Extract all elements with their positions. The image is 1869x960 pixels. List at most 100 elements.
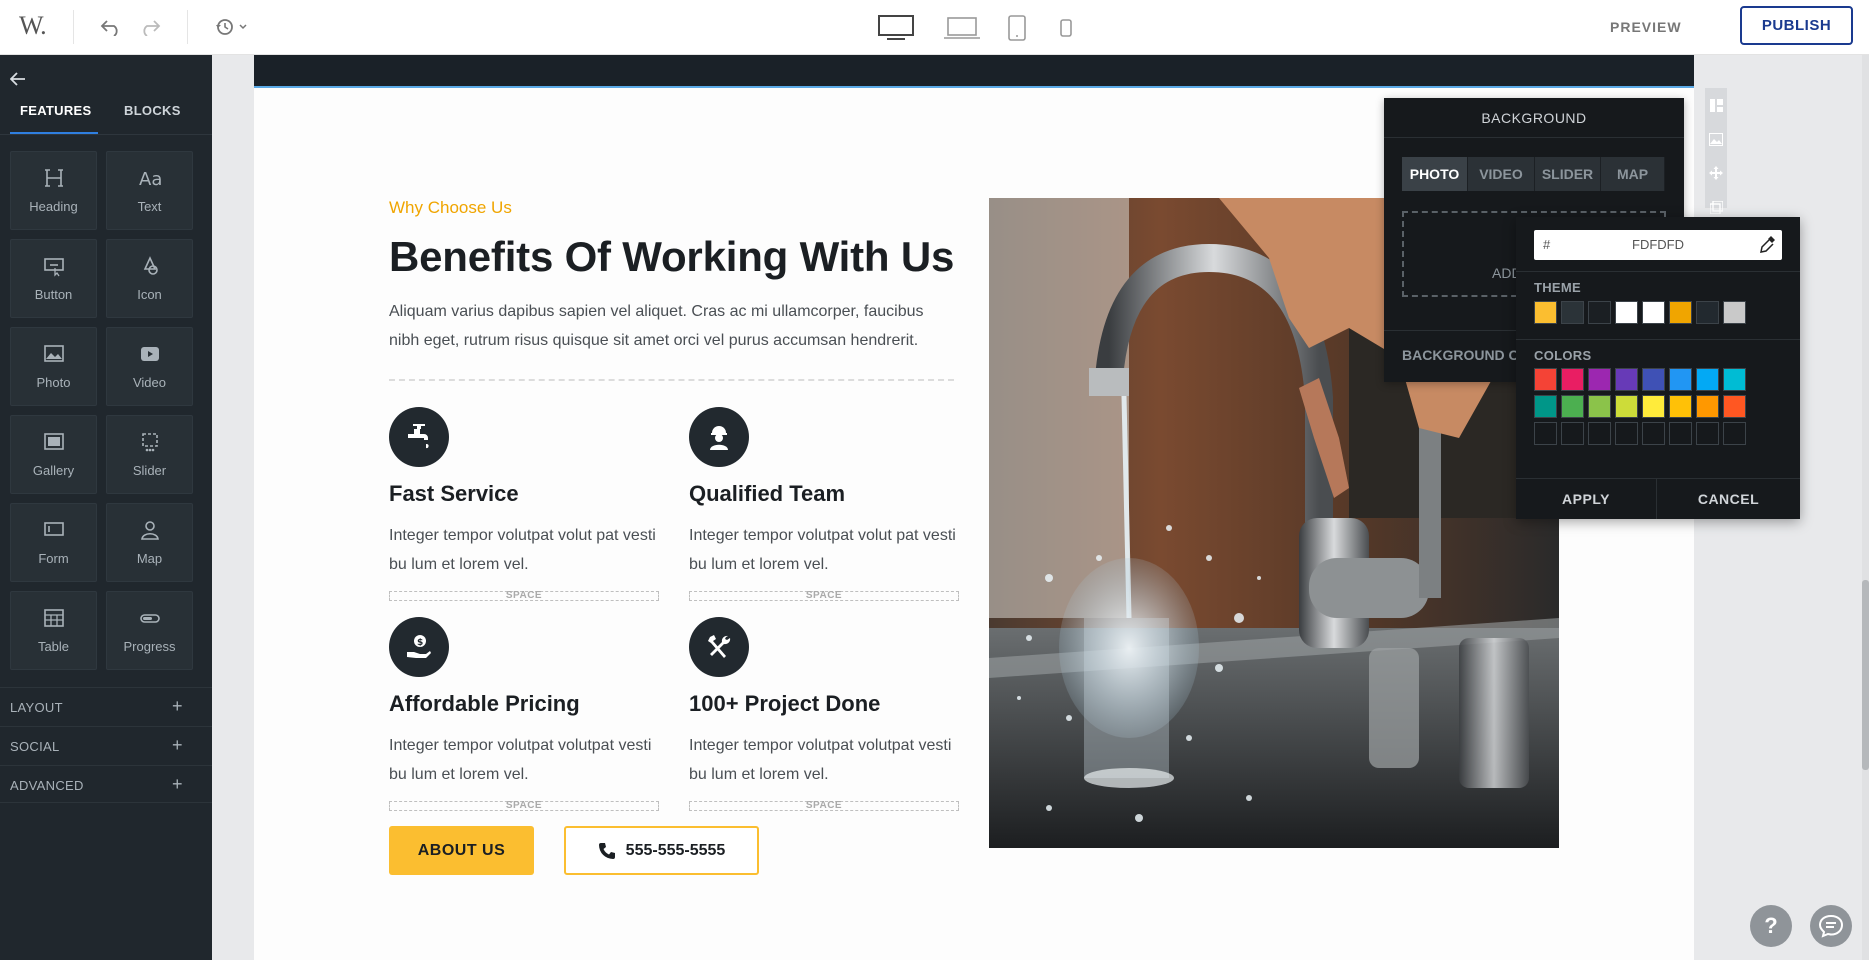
image-icon[interactable]	[1705, 122, 1727, 156]
section-title[interactable]: Benefits Of Working With Us	[389, 233, 954, 281]
undo-icon[interactable]	[97, 13, 125, 41]
theme-swatch[interactable]	[1696, 301, 1719, 324]
color-swatch[interactable]	[1669, 368, 1692, 391]
empty-swatch[interactable]	[1534, 422, 1557, 445]
help-button[interactable]: ?	[1750, 905, 1792, 947]
space-block[interactable]: SPACE	[689, 591, 959, 601]
color-swatch[interactable]	[1588, 395, 1611, 418]
theme-swatch[interactable]	[1669, 301, 1692, 324]
cancel-button[interactable]: CANCEL	[1658, 479, 1799, 519]
redo-icon[interactable]	[136, 13, 164, 41]
color-swatch[interactable]	[1696, 395, 1719, 418]
tab-video[interactable]: VIDEO	[1468, 157, 1535, 191]
theme-swatch[interactable]	[1723, 301, 1746, 324]
color-swatch[interactable]	[1723, 368, 1746, 391]
tab-map[interactable]: MAP	[1601, 157, 1665, 191]
color-swatch[interactable]	[1561, 395, 1584, 418]
empty-swatch[interactable]	[1696, 422, 1719, 445]
color-swatch[interactable]	[1534, 395, 1557, 418]
feature-text[interactable]: Integer tempor volutpat volutpat vesti b…	[689, 731, 959, 789]
move-icon[interactable]	[1705, 156, 1727, 190]
feature-title[interactable]: 100+ Project Done	[689, 691, 880, 717]
color-swatch[interactable]	[1615, 368, 1638, 391]
color-swatch[interactable]	[1534, 368, 1557, 391]
color-swatch[interactable]	[1561, 368, 1584, 391]
theme-swatch[interactable]	[1588, 301, 1611, 324]
tab-blocks[interactable]: BLOCKS	[124, 103, 181, 118]
feature-text[interactable]: Integer tempor volutpat volutpat vesti b…	[389, 731, 659, 789]
faucet-icon[interactable]	[389, 407, 449, 467]
publish-button[interactable]: PUBLISH	[1740, 6, 1853, 45]
feature-title[interactable]: Affordable Pricing	[389, 691, 580, 717]
eyedropper-icon[interactable]	[1760, 235, 1776, 256]
expand-plus-icon[interactable]: +	[172, 696, 183, 717]
tab-photo[interactable]: PHOTO	[1402, 157, 1468, 191]
empty-swatch[interactable]	[1615, 422, 1638, 445]
tools-icon[interactable]	[689, 617, 749, 677]
tab-slider[interactable]: SLIDER	[1535, 157, 1601, 191]
app-logo[interactable]: W.	[19, 11, 47, 41]
hex-input[interactable]: # FDFDFD	[1534, 230, 1782, 260]
color-swatch[interactable]	[1642, 395, 1665, 418]
empty-swatch[interactable]	[1561, 422, 1584, 445]
tile-icon[interactable]: Icon	[106, 239, 193, 318]
space-block[interactable]: SPACE	[389, 801, 659, 811]
color-swatch[interactable]	[1642, 368, 1665, 391]
feature-text[interactable]: Integer tempor volutpat volut pat vesti …	[389, 521, 659, 579]
feature-title[interactable]: Qualified Team	[689, 481, 845, 507]
empty-swatch[interactable]	[1588, 422, 1611, 445]
theme-swatch[interactable]	[1642, 301, 1665, 324]
tile-table[interactable]: Table	[10, 591, 97, 670]
color-swatch[interactable]	[1615, 395, 1638, 418]
expand-plus-icon[interactable]: +	[172, 774, 183, 795]
feature-title[interactable]: Fast Service	[389, 481, 519, 507]
chat-icon[interactable]	[1810, 905, 1852, 947]
background-color-label[interactable]: BACKGROUND C	[1402, 347, 1519, 363]
scrollbar-track[interactable]	[1862, 55, 1869, 960]
tab-features[interactable]: FEATURES	[20, 103, 92, 118]
section-eyebrow[interactable]: Why Choose Us	[389, 198, 512, 218]
tile-map[interactable]: Map	[106, 503, 193, 582]
color-swatch[interactable]	[1696, 368, 1719, 391]
theme-swatch[interactable]	[1534, 301, 1557, 324]
phone-button[interactable]: 555-555-5555	[564, 826, 759, 875]
preview-button[interactable]: PREVIEW	[1610, 14, 1682, 40]
tile-button[interactable]: Button	[10, 239, 97, 318]
apply-button[interactable]: APPLY	[1516, 479, 1657, 519]
desktop-view-icon[interactable]	[876, 10, 916, 46]
history-icon[interactable]	[212, 13, 252, 41]
money-hand-icon[interactable]: $	[389, 617, 449, 677]
tile-slider[interactable]: Slider	[106, 415, 193, 494]
about-us-button[interactable]: ABOUT US	[389, 826, 534, 875]
section-layout[interactable]: LAYOUT +	[0, 687, 212, 725]
tablet-view-icon[interactable]	[1002, 10, 1032, 46]
space-block[interactable]: SPACE	[389, 591, 659, 601]
tile-progress[interactable]: Progress	[106, 591, 193, 670]
tile-heading[interactable]: Heading	[10, 151, 97, 230]
tile-video[interactable]: Video	[106, 327, 193, 406]
laptop-view-icon[interactable]	[942, 10, 982, 46]
section-social[interactable]: SOCIAL +	[0, 726, 212, 764]
section-intro[interactable]: Aliquam varius dapibus sapien vel alique…	[389, 297, 949, 355]
mobile-view-icon[interactable]	[1054, 10, 1078, 46]
tile-photo[interactable]: Photo	[10, 327, 97, 406]
empty-swatch[interactable]	[1642, 422, 1665, 445]
worker-icon[interactable]	[689, 407, 749, 467]
empty-swatch[interactable]	[1669, 422, 1692, 445]
empty-swatch[interactable]	[1723, 422, 1746, 445]
theme-swatch[interactable]	[1615, 301, 1638, 324]
tile-form[interactable]: Form	[10, 503, 97, 582]
tile-gallery[interactable]: Gallery	[10, 415, 97, 494]
color-swatch[interactable]	[1669, 395, 1692, 418]
space-block[interactable]: SPACE	[689, 801, 959, 811]
expand-plus-icon[interactable]: +	[172, 735, 183, 756]
color-swatch[interactable]	[1723, 395, 1746, 418]
color-swatch[interactable]	[1588, 368, 1611, 391]
tile-text[interactable]: Aa Text	[106, 151, 193, 230]
theme-swatch[interactable]	[1561, 301, 1584, 324]
layout-icon[interactable]	[1705, 88, 1727, 122]
scrollbar-thumb[interactable]	[1862, 580, 1869, 770]
page-header-section[interactable]	[254, 55, 1694, 88]
section-advanced[interactable]: ADVANCED +	[0, 765, 212, 803]
feature-text[interactable]: Integer tempor volutpat volut pat vesti …	[689, 521, 959, 579]
